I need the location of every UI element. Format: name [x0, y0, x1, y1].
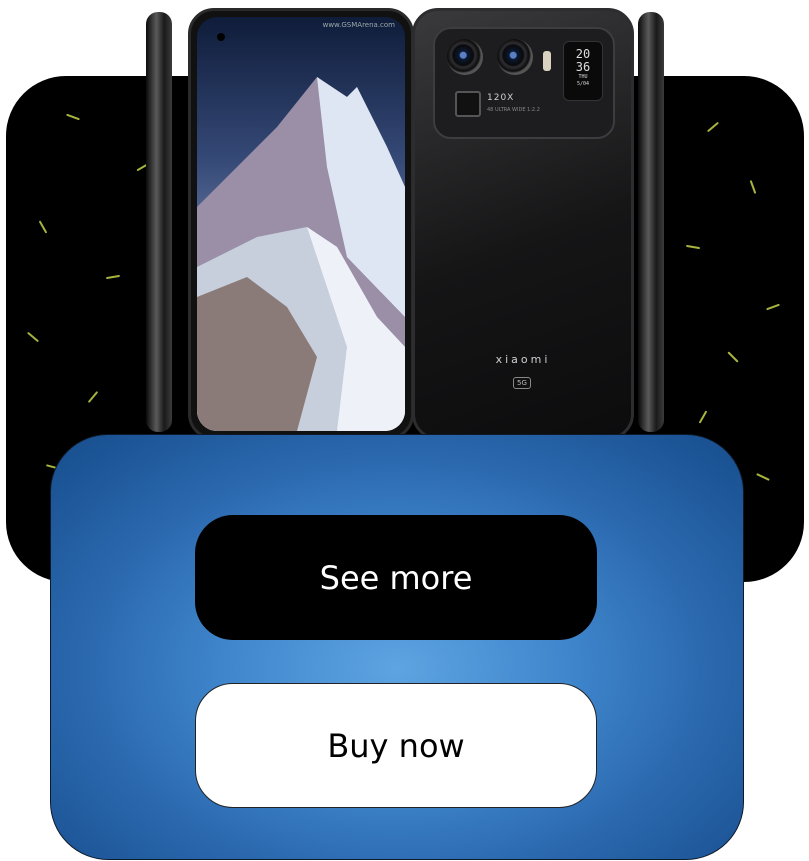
zoom-spec: 48 ULTRA WIDE 1:2.2 [487, 107, 540, 113]
camera-module: 20 36 THU 5/04 120X 48 ULTRA WIDE 1:2.2 [433, 27, 615, 139]
mountain-wallpaper [197, 77, 405, 431]
phone-screen-mountain: www.GSMArena.com [197, 17, 405, 431]
action-panel: See more Buy now [50, 434, 744, 860]
spark-decoration [727, 351, 739, 363]
ultrawide-lens-icon [497, 39, 533, 75]
spark-decoration [685, 244, 701, 250]
spark-decoration [706, 121, 720, 133]
spark-decoration [87, 390, 99, 404]
watermark-text: www.GSMArena.com [322, 21, 395, 29]
mini-display-minute: 36 [575, 60, 591, 74]
network-5g-badge: 5G [513, 377, 531, 389]
phone-front-view: www.GSMArena.com [188, 8, 414, 440]
spark-decoration [38, 220, 48, 234]
spark-decoration [66, 113, 80, 121]
phone-side-edge [146, 12, 172, 432]
spark-decoration [698, 410, 708, 424]
rear-mini-display: 20 36 THU 5/04 [563, 41, 603, 101]
periscope-lens-icon [455, 91, 481, 117]
mini-display-date: 5/04 [576, 81, 590, 87]
spark-decoration [766, 303, 780, 311]
see-more-button[interactable]: See more [195, 515, 597, 640]
phone-side-edge [638, 12, 664, 432]
flash-icon [543, 51, 551, 71]
main-lens-icon [447, 39, 483, 75]
mini-display-day: THU [578, 74, 588, 80]
phone-back-view: 20 36 THU 5/04 120X 48 ULTRA WIDE 1:2.2 … [412, 8, 634, 440]
spark-decoration [749, 180, 757, 194]
brand-logo-text: xiaomi [495, 353, 551, 366]
spark-decoration [26, 331, 40, 343]
phone-product-image: www.GSMArena.com 20 36 THU 5/04 120X 48 … [140, 8, 670, 440]
spark-decoration [105, 274, 121, 280]
spark-decoration [756, 473, 770, 481]
front-camera-punchhole [217, 33, 225, 41]
buy-now-button[interactable]: Buy now [195, 683, 597, 808]
zoom-label: 120X [487, 93, 515, 103]
